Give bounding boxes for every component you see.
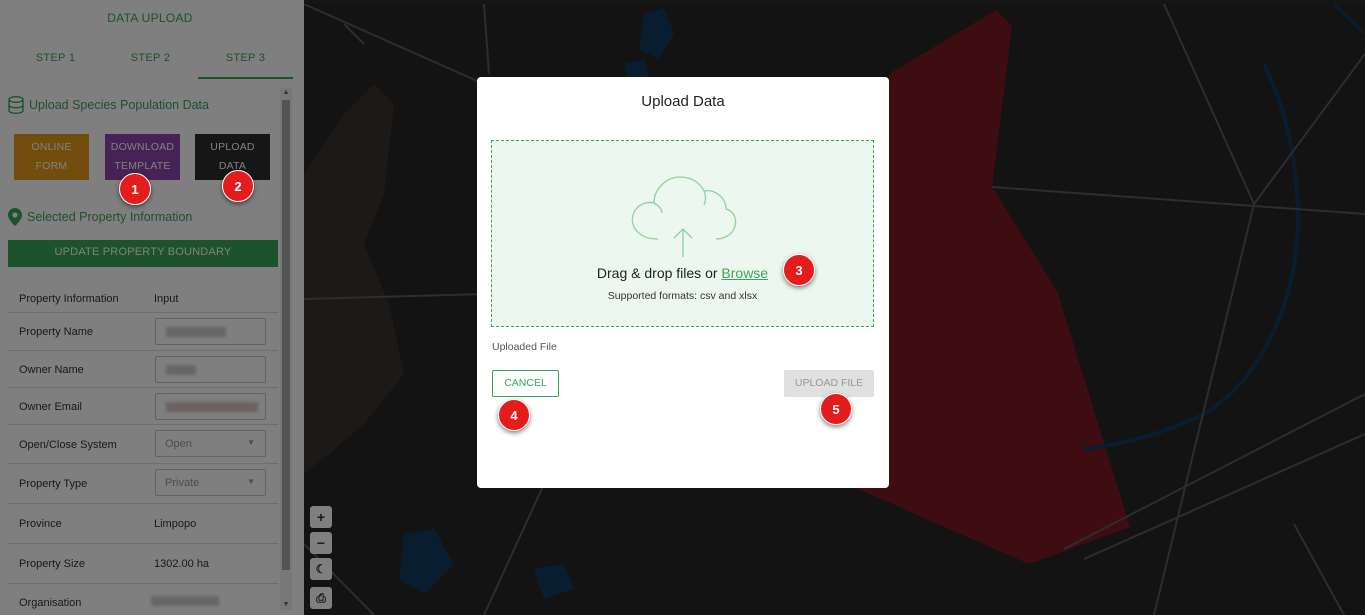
annotation-badge: 2	[222, 170, 254, 202]
sidebar-title: DATA UPLOAD	[107, 11, 193, 25]
tab-step-1[interactable]: STEP 1	[8, 52, 103, 79]
database-icon	[8, 96, 24, 114]
print-icon[interactable]: ⎙	[310, 587, 332, 609]
online-form-button[interactable]: ONLINE FORM	[14, 134, 89, 180]
tab-step-2[interactable]: STEP 2	[103, 52, 198, 79]
uploaded-file-label: Uploaded File	[492, 341, 557, 353]
owner-name-label: Owner Name	[19, 364, 84, 376]
table-row: Province Limpopo	[8, 504, 278, 544]
download-template-label-2: TEMPLATE	[114, 160, 171, 172]
cloud-upload-icon	[631, 176, 737, 257]
table-row: Owner Name	[8, 351, 278, 388]
property-size-value: 1302.00 ha	[154, 558, 210, 570]
upload-data-label-1: UPLOAD	[210, 141, 255, 153]
update-property-boundary-button[interactable]: UPDATE PROPERTY BOUNDARY	[8, 240, 278, 267]
annotation-badge: 5	[820, 393, 852, 425]
property-size-label: Property Size	[19, 558, 86, 570]
map-pin-icon	[8, 208, 22, 226]
property-type-select[interactable]: Private ▼	[155, 469, 266, 496]
zoom-out-button[interactable]: −	[310, 532, 332, 554]
upload-data-modal: Upload Data Drag & drop files or Browse …	[477, 77, 889, 488]
chevron-down-icon: ▼	[247, 438, 255, 447]
sidebar: DATA UPLOAD STEP 1 STEP 2 STEP 3 Upload …	[0, 0, 304, 615]
open-close-select[interactable]: Open ▼	[155, 430, 266, 457]
upload-file-button[interactable]: UPLOAD FILE	[784, 370, 874, 397]
annotation-badge: 3	[783, 254, 815, 286]
property-type-value: Private	[165, 477, 200, 489]
table-header-row: Property Information Input	[8, 286, 278, 313]
scroll-down-arrow-icon[interactable]: ▼	[280, 600, 292, 610]
download-template-button[interactable]: DOWNLOAD TEMPLATE	[105, 134, 180, 180]
owner-email-label: Owner Email	[19, 401, 82, 413]
scroll-up-arrow-icon[interactable]: ▲	[280, 88, 292, 98]
table-row: Open/Close System Open ▼	[8, 425, 278, 464]
table-row: Owner Email	[8, 388, 278, 425]
file-dropzone[interactable]: Drag & drop files or Browse Supported fo…	[491, 140, 874, 327]
drop-instruction: Drag & drop files or	[596, 265, 722, 281]
owner-email-field[interactable]	[155, 393, 266, 420]
header-input: Input	[154, 293, 179, 305]
sidebar-scrollbar[interactable]: ▲ ▼	[280, 88, 292, 610]
online-form-label-1: ONLINE	[31, 141, 72, 153]
table-row: Property Name	[8, 313, 278, 351]
online-form-label-2: FORM	[35, 160, 68, 172]
annotation-badge: 1	[119, 173, 151, 205]
chevron-down-icon: ▼	[247, 477, 255, 486]
dropzone-text: Drag & drop files or Browse	[492, 265, 873, 281]
zoom-in-button[interactable]: +	[310, 506, 332, 528]
table-row: Property Type Private ▼	[8, 464, 278, 504]
annotation-badge: 4	[498, 399, 530, 431]
scroll-thumb[interactable]	[282, 100, 290, 570]
property-table: Property Information Input Property Name…	[8, 286, 278, 615]
property-section-label: Selected Property Information	[27, 210, 193, 224]
open-close-label: Open/Close System	[19, 439, 117, 451]
browse-link[interactable]: Browse	[721, 265, 768, 281]
property-name-field[interactable]	[155, 318, 266, 345]
upload-section-label: Upload Species Population Data	[29, 98, 209, 112]
province-label: Province	[19, 518, 62, 530]
property-section-heading: Selected Property Information	[8, 208, 192, 226]
open-close-value: Open	[165, 438, 192, 450]
owner-name-field[interactable]	[155, 356, 266, 383]
supported-formats: Supported formats: csv and xlsx	[607, 290, 758, 302]
tab-step-3[interactable]: STEP 3	[198, 52, 293, 79]
modal-title: Upload Data	[641, 93, 725, 110]
header-property-information: Property Information	[19, 293, 119, 305]
step-tabs: STEP 1 STEP 2 STEP 3	[8, 52, 293, 79]
theme-toggle-icon[interactable]: ☾	[310, 558, 332, 580]
table-row: Property Size 1302.00 ha	[8, 544, 278, 584]
cancel-button[interactable]: CANCEL	[492, 370, 559, 397]
province-value: Limpopo	[154, 518, 197, 530]
property-name-label: Property Name	[19, 326, 93, 338]
upload-section-heading: Upload Species Population Data	[8, 96, 209, 114]
download-template-label-1: DOWNLOAD	[110, 141, 175, 153]
table-row: Organisation	[8, 584, 278, 615]
organisation-label: Organisation	[19, 597, 82, 609]
property-type-label: Property Type	[19, 478, 88, 490]
